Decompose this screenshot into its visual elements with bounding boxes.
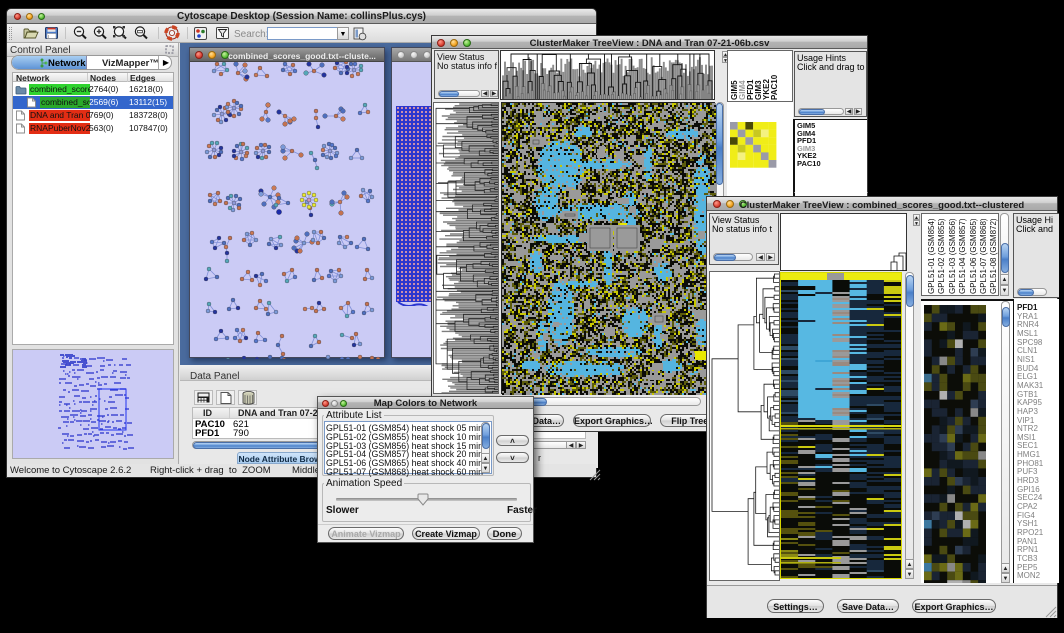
svg-text:GPL51-04 (GSM857): GPL51-04 (GSM857) [958,218,967,294]
svg-text:GPL51-01 (GSM854): GPL51-01 (GSM854) [927,218,936,294]
svg-text:GPL51-07 (GSM868): GPL51-07 (GSM868) [979,218,988,294]
svg-text:GPL51-02 (GSM855): GPL51-02 (GSM855) [937,218,946,294]
svg-text:GPL51-06 (GSM865): GPL51-06 (GSM865) [969,218,978,294]
svg-text:GPL51-03 (GSM856): GPL51-03 (GSM856) [948,218,957,294]
svg-text:GPL51-08 (GSM872): GPL51-08 (GSM872) [989,218,998,294]
svg-text:PAC10: PAC10 [770,74,779,100]
